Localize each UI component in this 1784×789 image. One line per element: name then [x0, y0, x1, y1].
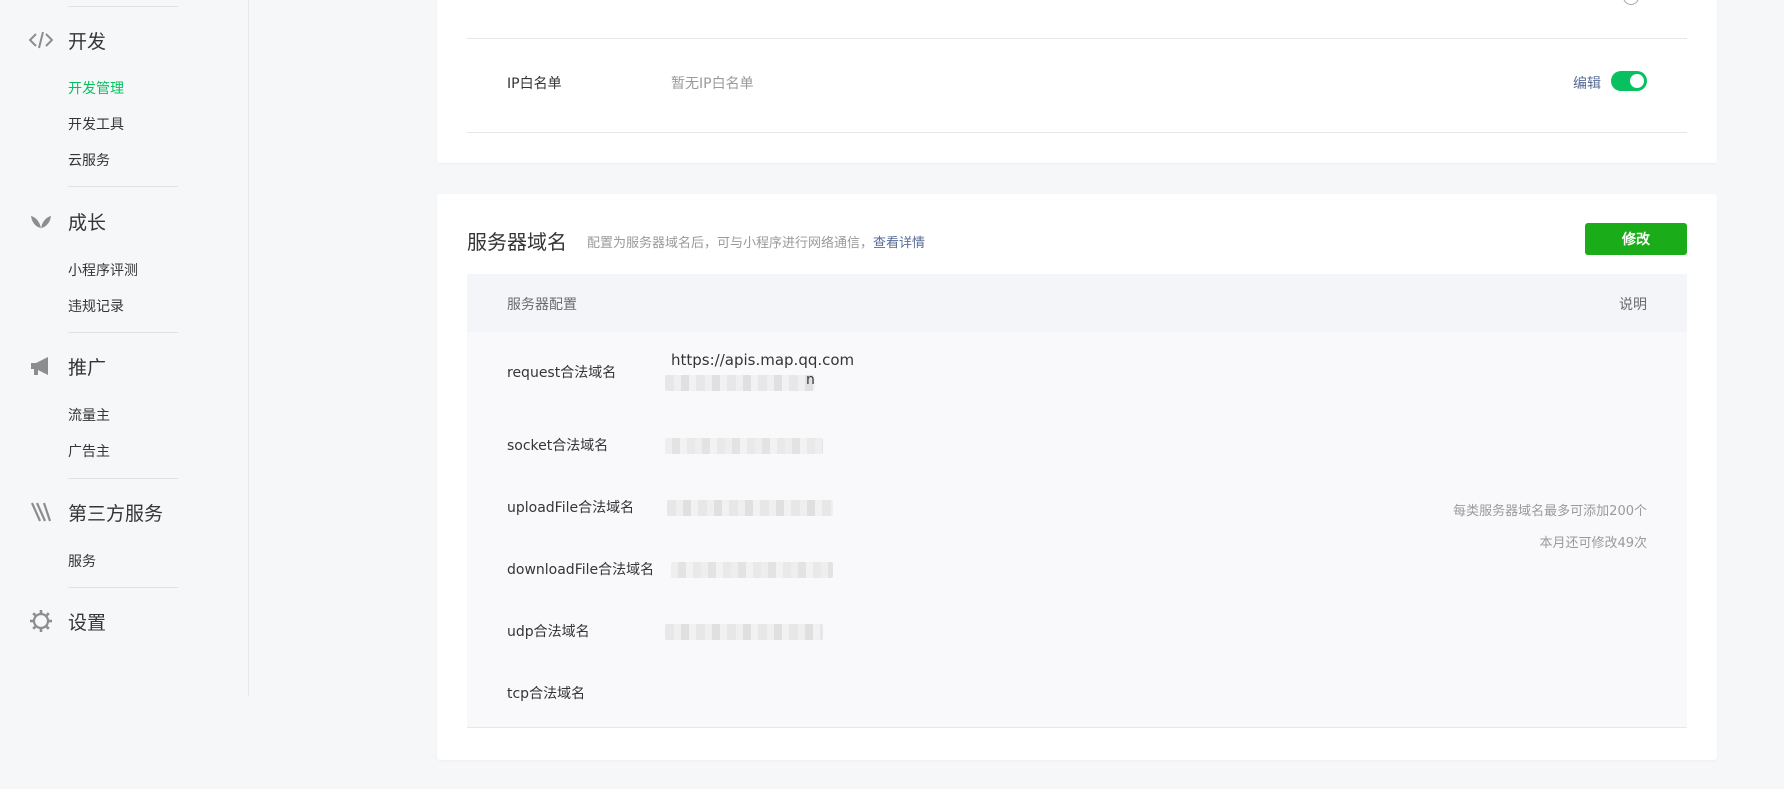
sidebar-item-violations[interactable]: 违规记录	[68, 297, 124, 317]
table-row-label-tcp: tcp合法域名	[507, 686, 586, 702]
sidebar-group-promotion[interactable]: 推广	[28, 351, 106, 381]
ip-whitelist-label: IP白名单	[507, 76, 562, 92]
sidebar-group-develop[interactable]: 开发	[28, 25, 106, 55]
sidebar-group-label: 成长	[68, 211, 107, 234]
table-row-label-udp: udp合法域名	[507, 624, 590, 640]
sidebar-separator	[68, 478, 178, 479]
sidebar-item-dev-management[interactable]: 开发管理	[68, 79, 124, 99]
table-row-label-request: request合法域名	[507, 365, 617, 381]
sidebar-group-growth[interactable]: 成长	[28, 206, 106, 236]
column-header-note: 说明	[1619, 297, 1647, 313]
sprout-icon	[28, 208, 54, 234]
column-header-config: 服务器配置	[507, 297, 577, 313]
sidebar-separator	[68, 332, 178, 333]
sidebar-divider	[248, 0, 249, 696]
sidebar-separator	[68, 186, 178, 187]
row-divider	[467, 132, 1687, 133]
details-link[interactable]: 查看详情	[873, 236, 925, 251]
sidebar-group-settings[interactable]: 设置	[28, 606, 106, 636]
redacted-domain	[665, 624, 823, 640]
description-text: 配置为服务器域名后，可与小程序进行网络通信，	[587, 236, 874, 251]
sidebar-group-third-party[interactable]: 第三方服务	[28, 497, 163, 527]
redacted-domain	[671, 562, 833, 578]
sidebar: 开发 开发管理 开发工具 云服务 成长 小程序评测 违规记录 推广 流量主 广告…	[0, 0, 249, 696]
sidebar-item-cloud-service[interactable]: 云服务	[68, 151, 110, 171]
server-domain-description: 配置为服务器域名后，可与小程序进行网络通信，查看详情	[587, 232, 925, 251]
server-domain-card: 服务器域名 配置为服务器域名后，可与小程序进行网络通信，查看详情 修改 服务器配…	[437, 194, 1717, 760]
redacted-domain	[665, 438, 823, 454]
table-row-label-uploadfile: uploadFile合法域名	[507, 500, 635, 516]
sidebar-separator	[68, 6, 178, 7]
server-domain-title: 服务器域名	[467, 230, 567, 254]
ip-whitelist-value: 暂无IP白名单	[671, 76, 754, 92]
edit-ip-whitelist-link[interactable]: 编辑	[1573, 73, 1601, 93]
request-domain-value: https://apis.map.qq.com	[671, 351, 855, 369]
sidebar-item-publisher[interactable]: 流量主	[68, 406, 110, 426]
table-body: request合法域名 https://apis.map.qq.com n so…	[467, 332, 1687, 727]
sidebar-separator	[68, 587, 178, 588]
code-icon	[28, 27, 54, 53]
domain-limit-note: 每类服务器域名最多可添加200个	[1453, 504, 1647, 519]
table-header: 服务器配置 说明	[467, 274, 1687, 332]
megaphone-icon	[28, 353, 54, 379]
third-party-icon	[28, 499, 54, 525]
row-divider	[467, 38, 1687, 39]
sidebar-item-dev-tools[interactable]: 开发工具	[68, 115, 124, 135]
sidebar-item-service[interactable]: 服务	[68, 552, 96, 572]
sidebar-item-advertiser[interactable]: 广告主	[68, 442, 110, 462]
table-bottom-divider	[467, 727, 1687, 728]
sidebar-group-label: 开发	[68, 30, 107, 53]
sidebar-group-label: 推广	[68, 356, 107, 379]
gear-icon	[28, 608, 54, 634]
table-row-label-socket: socket合法域名	[507, 438, 609, 454]
sidebar-group-label: 第三方服务	[68, 502, 164, 525]
redacted-domain	[667, 500, 833, 516]
sidebar-group-label: 设置	[68, 611, 107, 634]
monthly-modify-note: 本月还可修改49次	[1539, 536, 1647, 551]
modify-button[interactable]: 修改	[1585, 223, 1687, 255]
ip-whitelist-card: IP白名单 暂无IP白名单 编辑	[437, 0, 1717, 163]
toggle-knob	[1630, 74, 1644, 88]
redacted-domain	[665, 375, 815, 391]
sidebar-item-evaluation[interactable]: 小程序评测	[68, 261, 138, 281]
help-icon[interactable]	[1623, 0, 1639, 5]
request-domain-tail: n	[806, 372, 815, 388]
table-row-label-downloadfile: downloadFile合法域名	[507, 562, 655, 578]
ip-whitelist-toggle[interactable]	[1611, 71, 1647, 91]
